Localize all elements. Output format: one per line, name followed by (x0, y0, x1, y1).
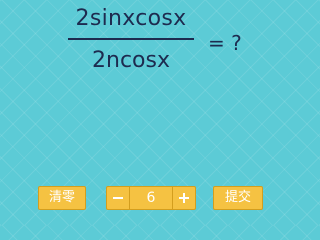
stepper-value: 6 (146, 190, 156, 206)
answer-stepper: 6 (106, 186, 196, 210)
fraction-denominator: 2ncosx (92, 48, 170, 73)
minus-icon (113, 197, 123, 199)
equals-question: = ? (208, 31, 242, 55)
increment-button[interactable] (173, 187, 195, 209)
decrement-button[interactable] (107, 187, 129, 209)
fraction-bar (68, 38, 194, 40)
fraction-numerator: 2sinxcosx (75, 6, 187, 31)
plus-icon (179, 193, 189, 203)
answer-controls: 清零 6 提交 (0, 186, 300, 212)
fraction-expression: 2sinxcosx 2ncosx (68, 4, 194, 76)
submit-button[interactable]: 提交 (213, 186, 263, 210)
clear-button[interactable]: 清零 (38, 186, 86, 210)
